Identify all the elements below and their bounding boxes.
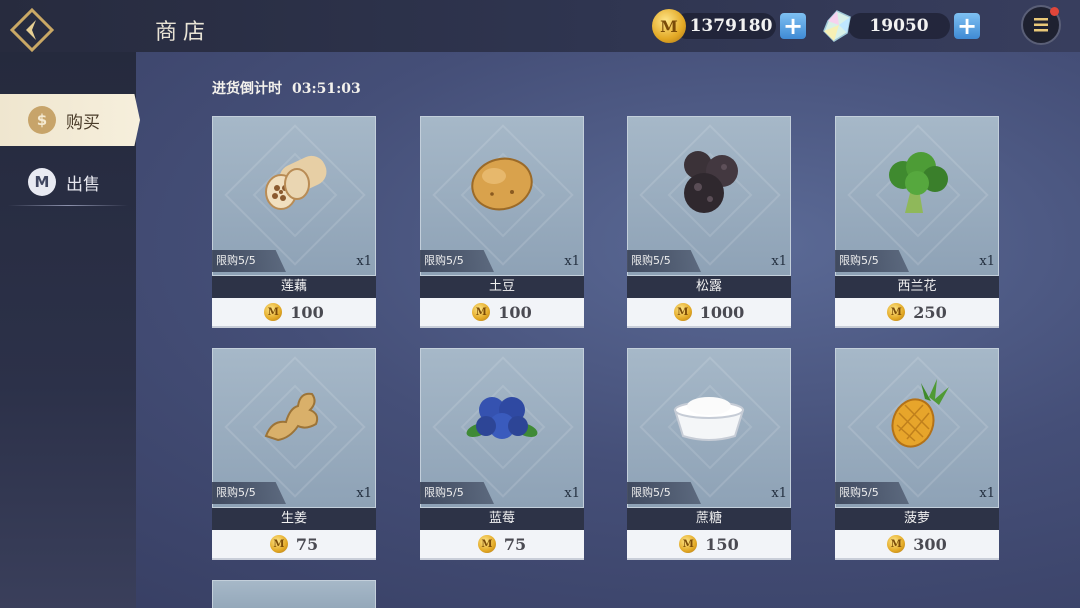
item-price-button[interactable]: M 100 xyxy=(212,298,376,328)
coin-tab-icon: $ xyxy=(28,106,56,134)
item-price: 300 xyxy=(913,534,947,554)
item-price-button[interactable]: M 100 xyxy=(420,298,584,328)
ginger-icon xyxy=(212,348,376,482)
coin-icon: M xyxy=(264,303,283,321)
menu-button[interactable] xyxy=(1021,5,1061,45)
broccoli-icon xyxy=(835,116,999,250)
tab-sell-label: 出售 xyxy=(66,174,100,195)
coin-amount: 1379180 xyxy=(674,13,776,39)
shop-item-card[interactable]: 限购5/5 x1 菠萝 M 300 xyxy=(835,348,999,560)
gem-amount: 19050 xyxy=(848,13,950,39)
item-quantity: x1 xyxy=(979,486,995,501)
item-price: 75 xyxy=(295,534,319,554)
gem-icon xyxy=(823,10,851,42)
item-price-button[interactable]: M 300 xyxy=(835,530,999,560)
shop-item-card[interactable]: 限购5/5 x1 蓝莓 M 75 xyxy=(420,348,584,560)
potato-icon xyxy=(420,116,584,250)
list-menu-icon xyxy=(1034,18,1048,32)
coin-icon: M xyxy=(887,303,906,321)
coin-icon: M xyxy=(652,9,686,43)
coin-icon: M xyxy=(477,535,496,553)
item-quantity: x1 xyxy=(771,254,787,269)
item-price-button[interactable]: M 1000 xyxy=(627,298,791,328)
shop-item-card[interactable]: 限购5/5 x1 生姜 M 75 xyxy=(212,348,376,560)
page-title: 商店 xyxy=(155,20,212,45)
item-name: 莲藕 xyxy=(212,276,376,298)
item-name: 西兰花 xyxy=(835,276,999,298)
restock-timer: 进货倒计时 03:51:03 xyxy=(212,78,361,98)
item-price: 1000 xyxy=(699,302,745,322)
item-price-button[interactable]: M 75 xyxy=(420,530,584,560)
truffle-icon xyxy=(627,116,791,250)
item-quantity: x1 xyxy=(356,486,372,501)
item-name: 蔗糖 xyxy=(627,508,791,530)
restock-timer-label: 进货倒计时 xyxy=(212,81,282,97)
shop-item-card[interactable]: 限购5/5 x1 莲藕 M 100 xyxy=(212,116,376,328)
blueberry-icon xyxy=(420,348,584,482)
shop-item-card[interactable]: 限购5/5 x1 蔗糖 M 150 xyxy=(627,348,791,560)
item-name: 菠萝 xyxy=(835,508,999,530)
item-price: 150 xyxy=(705,534,739,554)
add-gems-button[interactable]: + xyxy=(954,13,980,39)
pineapple-icon xyxy=(835,348,999,482)
back-arrow-icon xyxy=(10,8,54,52)
item-price: 75 xyxy=(503,534,527,554)
item-quantity: x1 xyxy=(771,486,787,501)
item-name: 生姜 xyxy=(212,508,376,530)
item-price-button[interactable]: M 150 xyxy=(627,530,791,560)
coin-icon: M xyxy=(472,303,491,321)
add-coins-button[interactable]: + xyxy=(780,13,806,39)
coin-balance: M 1379180 + xyxy=(652,9,820,43)
restock-timer-value: 03:51:03 xyxy=(292,81,361,97)
sugar-icon xyxy=(627,348,791,482)
purchase-limit: 限购5/5 xyxy=(835,250,909,272)
item-quantity: x1 xyxy=(979,254,995,269)
purchase-limit: 限购5/5 xyxy=(627,250,701,272)
tab-buy-label: 购买 xyxy=(66,112,100,133)
shop-item-card-partial[interactable] xyxy=(212,580,376,608)
item-quantity: x1 xyxy=(564,486,580,501)
coin-icon: M xyxy=(673,303,692,321)
coin-icon: M xyxy=(887,535,906,553)
shop-item-card[interactable]: 限购5/5 x1 松露 M 1000 xyxy=(627,116,791,328)
shop-item-card[interactable]: 限购5/5 x1 土豆 M 100 xyxy=(420,116,584,328)
item-price: 250 xyxy=(913,302,947,322)
shop-item-card[interactable]: 限购5/5 x1 西兰花 M 250 xyxy=(835,116,999,328)
item-name: 土豆 xyxy=(420,276,584,298)
tab-sell[interactable]: M 出售 xyxy=(0,156,136,208)
purchase-limit: 限购5/5 xyxy=(835,482,909,504)
item-price-button[interactable]: M 250 xyxy=(835,298,999,328)
item-name: 松露 xyxy=(627,276,791,298)
coin-icon: M xyxy=(679,535,698,553)
sidebar-divider xyxy=(8,205,128,206)
purchase-limit: 限购5/5 xyxy=(212,250,286,272)
item-name: 蓝莓 xyxy=(420,508,584,530)
tab-buy[interactable]: $ 购买 xyxy=(0,94,140,146)
back-button[interactable] xyxy=(0,0,64,60)
lotus-root-icon xyxy=(212,116,376,250)
purchase-limit: 限购5/5 xyxy=(212,482,286,504)
purchase-limit: 限购5/5 xyxy=(627,482,701,504)
item-price: 100 xyxy=(290,302,324,322)
sell-tab-icon: M xyxy=(28,168,56,196)
notification-dot xyxy=(1050,7,1059,16)
item-price: 100 xyxy=(498,302,532,322)
item-quantity: x1 xyxy=(356,254,372,269)
purchase-limit: 限购5/5 xyxy=(420,482,494,504)
item-price-button[interactable]: M 75 xyxy=(212,530,376,560)
gem-balance: 19050 + xyxy=(820,10,984,42)
coin-icon: M xyxy=(269,535,288,553)
item-quantity: x1 xyxy=(564,254,580,269)
purchase-limit: 限购5/5 xyxy=(420,250,494,272)
